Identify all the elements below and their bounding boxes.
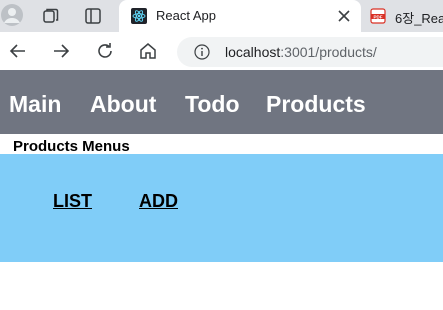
nav-link-about[interactable]: About [90,91,156,118]
tab-react-app[interactable]: React App [119,0,361,32]
react-icon [131,8,147,24]
address-bar[interactable]: localhost:3001/products/ [177,37,443,67]
back-arrow-icon[interactable] [8,41,28,61]
url-path: :3001/products/ [280,44,377,60]
svg-text:PDF: PDF [374,14,383,19]
url-text: localhost:3001/products/ [225,44,377,60]
menu-link-list[interactable]: LIST [53,191,92,212]
menu-link-add[interactable]: ADD [139,191,178,212]
nav-link-products[interactable]: Products [266,91,366,118]
tab-title: React App [156,8,216,23]
url-host: localhost [225,44,281,60]
browser-tab-strip: React App PDF 6장_Reac [0,0,443,32]
home-icon[interactable] [138,41,158,61]
nav-link-main[interactable]: Main [9,91,61,118]
products-menu: LIST ADD [0,154,443,262]
pdf-icon: PDF [370,8,386,24]
refresh-icon[interactable] [95,41,115,61]
forward-arrow-icon[interactable] [51,41,71,61]
tab-pdf[interactable]: PDF 6장_Reac [366,0,443,32]
section-title: Products Menus [13,138,130,155]
tab-actions-icon[interactable] [83,6,103,26]
nav-link-todo[interactable]: Todo [185,91,240,118]
close-icon[interactable] [337,9,351,23]
collections-icon[interactable] [41,6,61,26]
tab-title: 6장_Reac [395,11,443,26]
app-nav-bar: Main About Todo Products [0,70,443,134]
info-icon[interactable] [194,44,210,60]
browser-toolbar: localhost:3001/products/ [0,32,443,70]
profile-avatar-icon[interactable] [0,3,24,27]
